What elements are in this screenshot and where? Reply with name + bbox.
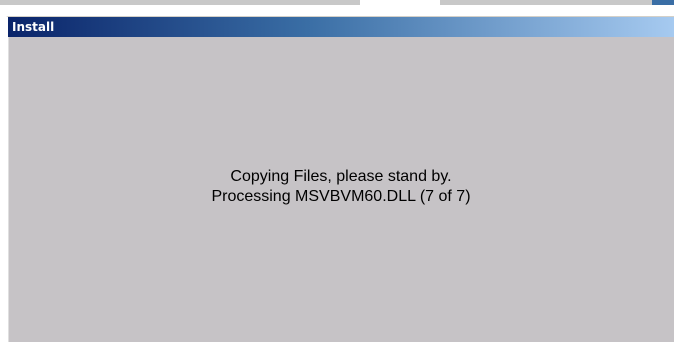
background-window-edge — [652, 0, 674, 5]
status-message: Copying Files, please stand by. Processi… — [8, 167, 674, 207]
window-title: Install — [12, 20, 55, 34]
status-line-processing: Processing MSVBVM60.DLL (7 of 7) — [211, 188, 471, 205]
status-line-copying: Copying Files, please stand by. — [230, 168, 452, 185]
title-bar[interactable]: Install — [8, 17, 674, 37]
background-segment — [0, 0, 360, 5]
background-segment — [440, 0, 652, 5]
background-strip — [0, 0, 674, 6]
install-window: Install Copying Files, please stand by. … — [6, 16, 674, 342]
